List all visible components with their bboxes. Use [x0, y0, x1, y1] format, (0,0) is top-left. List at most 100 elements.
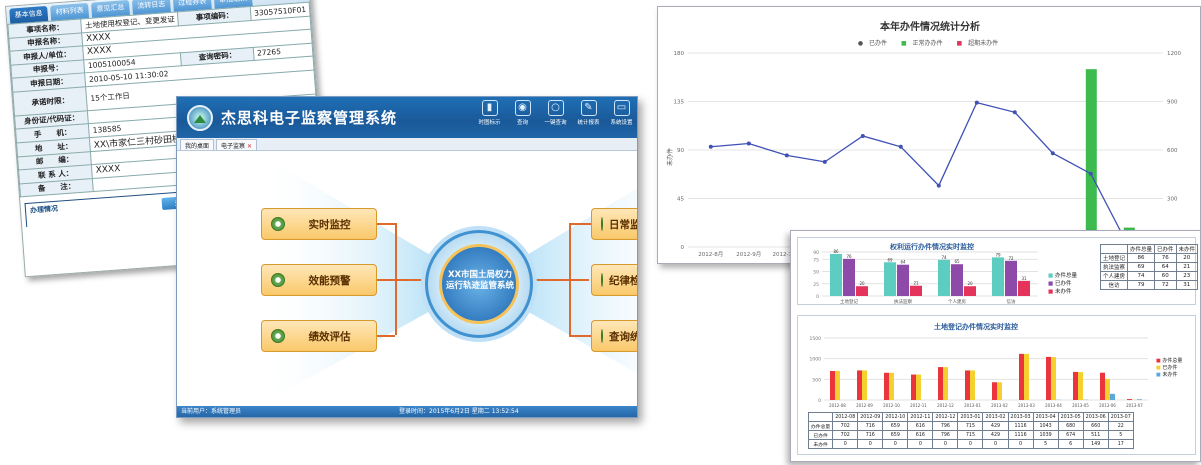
table-cell: 5 [1032, 439, 1059, 449]
table-cell: 149 [1082, 439, 1109, 449]
tab-e-supervision[interactable]: 电子监察 ✕ [216, 139, 257, 150]
app-logo-icon [187, 104, 213, 131]
discipline-check-button[interactable]: 纪律检查 [591, 264, 637, 296]
daily-monitor-button[interactable]: 日常监 [591, 208, 637, 240]
column-header: 2012-12 [932, 412, 959, 422]
hub-title: XX市国土局权力运行轨迹监管系统 [445, 270, 514, 291]
bar [1019, 353, 1024, 400]
table-cell: 64 [1154, 262, 1177, 272]
data-label: 79 [995, 252, 1001, 257]
bar [1051, 357, 1056, 400]
toolbar-search-button[interactable]: ◉ 查询 [507, 100, 538, 126]
bar [992, 382, 997, 400]
column-header: 已办件 [1154, 244, 1177, 254]
column-header: 办件总量 [1127, 244, 1156, 254]
table-cell: 办件总量 [807, 421, 834, 431]
table-cell: 5 [1107, 430, 1134, 440]
bar [857, 370, 862, 400]
table-cell: 796 [932, 430, 959, 440]
column-header: 2012-11 [907, 412, 934, 422]
toolbar-settings-button[interactable]: ▭ 系统设置 [606, 100, 637, 126]
bar [1137, 399, 1142, 400]
table-cell: 0 [1007, 439, 1034, 449]
legend-item: ■ 未办件 [1156, 372, 1178, 378]
tab-materials[interactable]: 材料列表 [50, 2, 90, 21]
y2-tick-label: 900 [1167, 100, 1178, 106]
close-icon[interactable]: ✕ [247, 143, 252, 150]
connector-line [395, 223, 397, 335]
bar [992, 257, 1004, 296]
table-header-row: 办件总量 已办件 未办件 [1099, 244, 1199, 254]
bar [884, 372, 889, 400]
data-point [1050, 151, 1055, 156]
y-tick-label: 500 [812, 377, 821, 383]
data-label: 74 [941, 255, 947, 260]
bar [1078, 372, 1083, 400]
column-header: 2013-02 [982, 412, 1009, 422]
x-tick-label: 2013-06 [1099, 403, 1116, 408]
y-tick-label: 1000 [810, 357, 822, 363]
bar [970, 370, 975, 400]
status-bar: 当前用户：系统管理员 登录时间：2015年6月2日 星期二 13:52:54 [177, 406, 637, 417]
bar [951, 264, 963, 296]
toolbar-report-button[interactable]: ✎ 统计报表 [573, 100, 604, 126]
table-row: 执法监察 69 64 21 [1099, 262, 1199, 272]
chart-legend: ■ 办件总量 ■ 已办件 ■ 未办件 [1048, 272, 1077, 296]
table-cell: 0 [932, 439, 959, 449]
table-cell: 674 [1057, 430, 1084, 440]
bar [965, 370, 970, 400]
x-tick-label: 2013-07 [1126, 403, 1143, 408]
play-icon [271, 273, 285, 287]
tab-basic-info[interactable]: 基本信息 [9, 5, 49, 24]
connector-line [377, 223, 395, 225]
play-icon [271, 217, 285, 231]
y-tick-label: 45 [677, 197, 684, 203]
bar [843, 258, 855, 296]
realtime-monitor-button[interactable]: 实时监控 [261, 208, 377, 240]
efficiency-alert-button[interactable]: 效能预警 [261, 264, 377, 296]
table-cell: 1116 [1007, 421, 1034, 431]
rights-data-table: 办件总量 已办件 未办件 土地登记 86 76 20 执法监察 69 64 21 个人建房 74 60 23… [1099, 244, 1199, 290]
tab-desktop[interactable]: 我的桌面 [180, 139, 215, 150]
bar [884, 262, 896, 296]
table-cell: 已办件 [807, 430, 834, 440]
y-tick-label: 0 [681, 245, 685, 251]
data-label: 86 [833, 249, 839, 254]
table-cell: 1039 [1032, 430, 1059, 440]
table-cell: 716 [857, 421, 884, 431]
land-bar-chart: 0 500 1000 1500 2012-08 2012-09 2012-10 2012-11… [810, 336, 1148, 408]
column-header: 未办件 [1175, 244, 1199, 254]
supervision-diagram: 实时监控 效能预警 绩效评估 日常监 纪律检查 查询统计 XX市国土局权力运行轨… [177, 152, 637, 407]
table-cell: 76 [1154, 253, 1177, 263]
land-monitor-panel: 土地登记办件情况实时监控 0 500 1000 1500 2012-08 2012-09 2… [797, 315, 1196, 455]
bar [910, 285, 922, 296]
data-point [746, 141, 751, 146]
table-cell: 17 [1107, 439, 1134, 449]
data-point [974, 100, 979, 105]
data-point [936, 183, 941, 188]
table-cell: 31 [1175, 280, 1199, 290]
chart-legend: ■ 办件总量 ■ 已办件 ■ 未办件 [1156, 358, 1182, 379]
data-label: 20 [859, 281, 865, 286]
x-tick-label: 2012-9月 [736, 251, 761, 258]
toolbar-quick-search-button[interactable]: ○ 一键查询 [540, 100, 571, 126]
table-cell: 660 [1082, 421, 1109, 431]
performance-eval-button[interactable]: 绩效评估 [261, 320, 377, 352]
table-cell: 616 [907, 430, 934, 440]
search-icon: ○ [547, 100, 564, 116]
x-tick-label: 2012-08 [829, 403, 846, 408]
table-cell: 6 [1057, 439, 1084, 449]
y-tick-label: 75 [813, 257, 819, 263]
table-cell: 86 [1127, 253, 1156, 263]
y-tick-label: 180 [674, 51, 685, 57]
table-cell: 0 [982, 439, 1009, 449]
table-row: 信访 79 72 31 [1099, 280, 1199, 290]
query-stats-button[interactable]: 查询统计 [591, 320, 637, 352]
tab-opinions[interactable]: 意见汇总 [90, 0, 130, 18]
x-tick-label: 个人建房 [948, 298, 966, 305]
y-tick-label: 0 [818, 398, 821, 404]
toolbar-map-button[interactable]: ▮ 时图标示 [474, 100, 505, 126]
table-cell: 20 [1175, 253, 1199, 263]
edit-icon: ✎ [580, 100, 597, 116]
rights-monitor-panel: 权利运行办件情况实时监控 0 25 50 75 90 86 76 20 土地登记 69 64 21 执法… [797, 237, 1199, 305]
